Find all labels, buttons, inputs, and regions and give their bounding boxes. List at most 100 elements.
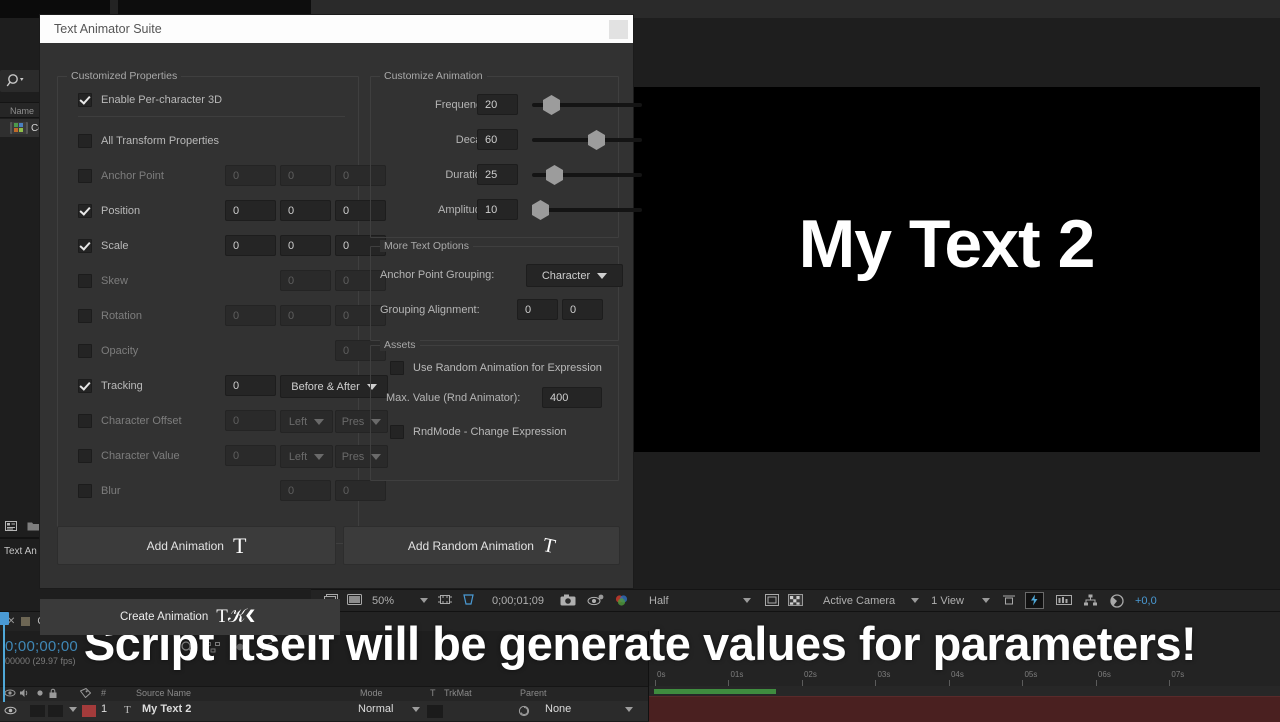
frequency-slider[interactable] [532,95,642,115]
frequency-field[interactable]: 20 [477,94,518,115]
use-random-checkbox[interactable] [390,361,404,375]
blend-mode-caret[interactable] [412,707,420,712]
row-rotation[interactable]: Rotation [78,305,142,327]
layer-name[interactable]: My Text 2 [142,703,191,715]
amplitude-field[interactable]: 10 [477,199,518,220]
max-value-field[interactable]: 400 [542,387,602,408]
layer-label-color[interactable] [82,705,96,717]
character-value-align-dropdown[interactable]: Left [280,445,333,468]
project-item-row[interactable]: Co [0,119,44,137]
create-animation-button[interactable]: Create Animation T𝒦❮ [40,599,340,635]
close-button[interactable] [609,20,628,39]
anchor-point-y[interactable]: 0 [280,165,331,186]
duration-field[interactable]: 25 [477,164,518,185]
tracking-checkbox[interactable] [78,379,92,393]
layer-audio-toggle[interactable] [30,705,45,717]
scale-y[interactable]: 0 [280,235,331,256]
decay-field[interactable]: 60 [477,129,518,150]
character-value-checkbox[interactable] [78,449,92,463]
reset-exposure-icon[interactable] [1110,594,1125,608]
character-value-value[interactable]: 0 [225,445,276,466]
rnd-mode-checkbox[interactable] [390,425,404,439]
row-scale[interactable]: Scale [78,235,129,257]
row-skew[interactable]: Skew [78,270,128,292]
t-header[interactable]: T [430,688,436,698]
all-transform-checkbox[interactable] [78,134,92,148]
row-position[interactable]: Position [78,200,140,222]
row-use-random-animation[interactable]: Use Random Animation for Expression [390,357,602,379]
views-dropdown-caret[interactable] [981,598,990,603]
timeline-view-icon[interactable] [1055,594,1072,607]
anchor-point-x[interactable]: 0 [225,165,276,186]
row-anchor-point[interactable]: Anchor Point [78,165,164,187]
layer-visibility-toggle[interactable] [4,705,17,716]
comp-flowchart-icon[interactable] [1083,594,1098,607]
transparency-grid-icon[interactable] [461,594,476,607]
add-random-animation-button[interactable]: Add Random Animation T [343,526,620,565]
character-offset-value[interactable]: 0 [225,410,276,431]
layer-blend-mode[interactable]: Normal [358,703,393,715]
skew-checkbox[interactable] [78,274,92,288]
mask-icon[interactable] [765,594,780,607]
rotation-x[interactable]: 0 [225,305,276,326]
label-column-icon[interactable] [79,687,92,700]
zoom-level[interactable]: 50% [366,595,414,607]
eye-column-icon[interactable] [4,688,16,700]
blur-y[interactable]: 0 [335,480,386,501]
grouping-alignment-y[interactable]: 0 [562,299,603,320]
region-of-interest-icon[interactable] [438,594,453,607]
channel-icon[interactable] [614,594,629,607]
camera-value[interactable]: Active Camera [817,595,901,607]
anchor-point-checkbox[interactable] [78,169,92,183]
zoom-dropdown-caret[interactable] [420,598,428,603]
audio-column-icon[interactable] [19,688,31,700]
parent-pickwhip-icon[interactable] [518,705,530,717]
row-character-offset[interactable]: Character Offset [78,410,182,432]
layer-duration-bar[interactable] [649,696,1280,722]
source-name-header[interactable]: Source Name [136,688,191,698]
timeline-graph-area[interactable] [648,686,1280,722]
lock-column-icon[interactable] [48,688,58,701]
slider-knob[interactable] [588,130,605,150]
position-y[interactable]: 0 [280,200,331,221]
scale-x[interactable]: 0 [225,235,276,256]
decay-slider[interactable] [532,130,642,150]
position-checkbox[interactable] [78,204,92,218]
position-x[interactable]: 0 [225,200,276,221]
layer-expand-caret[interactable] [69,707,77,712]
monitor-icon[interactable] [347,594,362,607]
row-all-transform-properties[interactable]: All Transform Properties [78,130,219,152]
character-offset-align-dropdown[interactable]: Left [280,410,333,433]
mode-header[interactable]: Mode [360,688,383,698]
row-opacity[interactable]: Opacity [78,340,138,362]
layer-number-header[interactable]: # [101,688,106,698]
composition-preview[interactable]: My Text 2 [633,87,1260,452]
row-enable-per-character-3d[interactable]: Enable Per-character 3D [78,89,222,111]
trkmat-header[interactable]: TrkMat [444,688,472,698]
fast-previews-icon[interactable] [1024,592,1044,609]
layer-solo-toggle[interactable] [48,705,63,717]
new-composition-icon[interactable] [5,520,21,533]
project-search-field[interactable] [0,70,40,92]
pixel-aspect-icon[interactable] [1002,594,1017,607]
exposure-offset[interactable]: +0,0 [1129,595,1163,607]
opacity-checkbox[interactable] [78,344,92,358]
resolution-value[interactable]: Half [643,595,689,607]
rotation-checkbox[interactable] [78,309,92,323]
amplitude-slider[interactable] [532,200,642,220]
transparency-checker-icon[interactable] [788,594,803,607]
tracking-value[interactable]: 0 [225,375,276,396]
duration-slider[interactable] [532,165,642,185]
character-offset-checkbox[interactable] [78,414,92,428]
enable-3d-checkbox[interactable] [78,93,92,107]
resolution-dropdown-caret[interactable] [743,598,751,603]
preview-timecode[interactable]: 0;00;01;09 [486,595,550,607]
slider-knob[interactable] [546,165,563,185]
snapshot-icon[interactable] [560,594,576,607]
solo-column-icon[interactable] [35,688,45,700]
views-value[interactable]: 1 View [925,595,970,607]
parent-header[interactable]: Parent [520,688,547,698]
layer-t-toggle[interactable] [427,705,443,718]
camera-dropdown-caret[interactable] [911,598,920,603]
grouping-alignment-x[interactable]: 0 [517,299,558,320]
